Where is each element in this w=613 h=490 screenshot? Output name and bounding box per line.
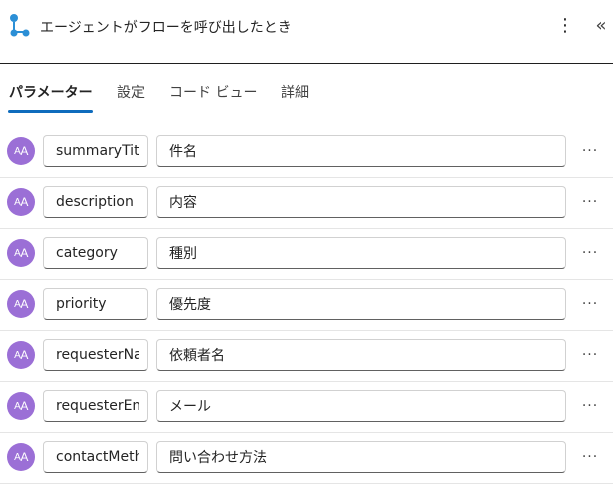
active-tab-indicator: [8, 110, 93, 113]
tab-list: パラメーター 設定 コード ビュー 詳細: [0, 64, 613, 118]
parameter-row: AA ···: [0, 280, 613, 331]
parameter-name-input[interactable]: [43, 288, 148, 320]
tab-parameters[interactable]: パラメーター: [9, 83, 93, 103]
tab-settings[interactable]: 設定: [117, 83, 145, 103]
row-more-options-icon[interactable]: ···: [579, 446, 601, 468]
more-options-icon[interactable]: ⋮: [554, 14, 576, 36]
parameter-row: AA ···: [0, 127, 613, 178]
row-more-options-icon[interactable]: ···: [579, 191, 601, 213]
text-type-icon: AA: [7, 341, 35, 369]
parameter-name-input[interactable]: [43, 237, 148, 269]
parameter-name-input[interactable]: [43, 186, 148, 218]
parameter-name-input[interactable]: [43, 135, 148, 167]
parameter-description-input[interactable]: [156, 186, 566, 218]
tab-code-view[interactable]: コード ビュー: [169, 83, 257, 103]
flow-trigger-title: エージェントがフローを呼び出したとき: [40, 20, 292, 36]
parameter-description-input[interactable]: [156, 390, 566, 422]
parameter-name-input[interactable]: [43, 339, 148, 371]
row-more-options-icon[interactable]: ···: [579, 140, 601, 162]
flow-trigger-icon: [10, 14, 30, 37]
parameter-description-input[interactable]: [156, 237, 566, 269]
parameter-name-input[interactable]: [43, 441, 148, 473]
tab-details[interactable]: 詳細: [281, 83, 309, 103]
text-type-icon: AA: [7, 137, 35, 165]
row-more-options-icon[interactable]: ···: [579, 395, 601, 417]
parameter-row: AA ···: [0, 178, 613, 229]
parameter-description-input[interactable]: [156, 288, 566, 320]
text-type-icon: AA: [7, 290, 35, 318]
text-type-icon: AA: [7, 443, 35, 471]
parameter-row: AA ···: [0, 382, 613, 433]
row-more-options-icon[interactable]: ···: [579, 242, 601, 264]
collapse-panel-icon[interactable]: «: [590, 14, 612, 36]
parameter-description-input[interactable]: [156, 441, 566, 473]
text-type-icon: AA: [7, 392, 35, 420]
parameter-description-input[interactable]: [156, 339, 566, 371]
panel-header: エージェントがフローを呼び出したとき ⋮ «: [0, 0, 613, 64]
parameter-name-input[interactable]: [43, 390, 148, 422]
row-more-options-icon[interactable]: ···: [579, 293, 601, 315]
text-type-icon: AA: [7, 188, 35, 216]
parameter-description-input[interactable]: [156, 135, 566, 167]
parameter-row: AA ···: [0, 331, 613, 382]
text-type-icon: AA: [7, 239, 35, 267]
parameter-row: AA ···: [0, 433, 613, 484]
row-more-options-icon[interactable]: ···: [579, 344, 601, 366]
parameter-row: AA ···: [0, 229, 613, 280]
